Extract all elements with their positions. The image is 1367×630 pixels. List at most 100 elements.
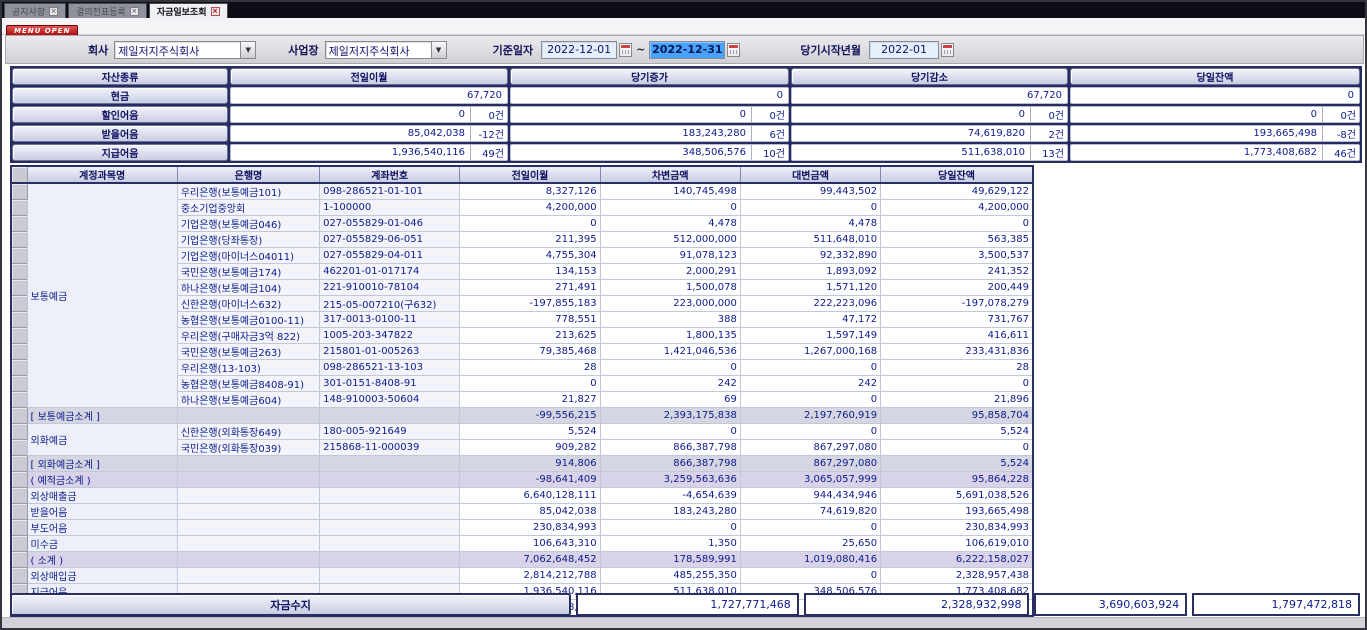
account-number-cell: 098-286521-13-103 — [320, 360, 460, 376]
balance-cell: 0 — [881, 440, 1033, 456]
debit-cell: 1,421,046,536 — [600, 344, 740, 360]
bank-name-cell: 농협은행(보통예금8408-91) — [177, 376, 319, 392]
company-select[interactable]: 제일저지주식회사 ▼ — [114, 41, 256, 59]
credit-cell: 2,197,760,919 — [740, 408, 880, 424]
bank-name-cell: 우리은행(구매자금3억 822) — [177, 328, 319, 344]
row-selector[interactable] — [11, 344, 27, 360]
row-selector[interactable] — [11, 200, 27, 216]
asset-type-cell: 현금 — [12, 87, 228, 104]
period-start-input[interactable]: 2022-01 — [869, 41, 939, 59]
row-selector[interactable] — [11, 440, 27, 456]
tab-daily-funds-report[interactable]: 자금일보조회 × — [149, 3, 228, 18]
table-row[interactable]: ( 소계 )7,062,648,452178,589,9911,019,080,… — [11, 552, 1033, 568]
bank-name-cell: 신한은행(마이너스632) — [177, 296, 319, 312]
row-selector[interactable] — [11, 536, 27, 552]
debit-cell: 178,589,991 — [600, 552, 740, 568]
row-selector[interactable] — [11, 216, 27, 232]
amount-value: 0 — [511, 90, 788, 101]
credit-cell: 1,267,000,168 — [740, 344, 880, 360]
row-selector[interactable] — [11, 472, 27, 488]
debit-cell: 1,500,078 — [600, 280, 740, 296]
bank-name-cell: 국민은행(외화통장039) — [177, 440, 319, 456]
tab-notice[interactable]: 공지사항 × — [4, 3, 66, 18]
account-number-cell: 180-005-921649 — [320, 424, 460, 440]
amount-cell: 193,665,498-8건 — [1070, 125, 1360, 142]
amount-cell: 00건 — [1070, 106, 1360, 123]
amount-value: 0 — [231, 109, 470, 120]
credit-cell: 0 — [740, 200, 880, 216]
debit-cell: 242 — [600, 376, 740, 392]
table-row[interactable]: 외상매출금6,640,128,111-4,654,639944,434,9465… — [11, 488, 1033, 504]
carryover-cell: 230,834,993 — [460, 520, 600, 536]
calendar-icon[interactable] — [727, 43, 740, 57]
account-name-cell: 미수금 — [27, 536, 177, 552]
table-row[interactable]: 부도어음230,834,99300230,834,993 — [11, 520, 1033, 536]
company-label: 회사 — [88, 42, 108, 58]
row-selector[interactable] — [11, 248, 27, 264]
site-select[interactable]: 제일저지주식회사 ▼ — [325, 41, 447, 59]
amount-cell: 511,638,01013건 — [791, 144, 1068, 161]
row-selector[interactable] — [11, 552, 27, 568]
carryover-cell: 8,327,126 — [460, 183, 600, 200]
close-icon[interactable]: × — [130, 7, 139, 16]
detail-header-account-name: 계정과목명 — [27, 166, 177, 183]
bank-name-cell: 국민은행(보통예금174) — [177, 264, 319, 280]
row-selector[interactable] — [11, 424, 27, 440]
calendar-icon[interactable] — [619, 43, 632, 57]
table-row[interactable]: 보통예금우리은행(보통예금101)098-286521-01-1018,327,… — [11, 183, 1033, 200]
row-selector[interactable] — [11, 456, 27, 472]
row-selector[interactable] — [11, 183, 27, 200]
table-row[interactable]: 받을어음85,042,038183,243,28074,619,820193,6… — [11, 504, 1033, 520]
account-number-cell — [320, 472, 460, 488]
count-value: 2건 — [1030, 126, 1067, 141]
tab-voucher-entry[interactable]: 결의전표등록 × — [68, 3, 147, 18]
carryover-cell: 271,491 — [460, 280, 600, 296]
close-icon[interactable]: × — [211, 7, 220, 16]
amount-cell: 74,619,8202건 — [791, 125, 1068, 142]
balance-cell: 0 — [881, 376, 1033, 392]
amount-value: 67,720 — [792, 90, 1067, 101]
row-selector[interactable] — [11, 392, 27, 408]
row-selector[interactable] — [11, 232, 27, 248]
table-row[interactable]: [ 보통예금소계 ]-99,556,2152,393,175,8382,197,… — [11, 408, 1033, 424]
debit-cell: 3,259,563,636 — [600, 472, 740, 488]
amount-cell: 67,720 — [791, 87, 1068, 104]
carryover-cell: 2,814,212,788 — [460, 568, 600, 584]
detail-header-row: 계정과목명 은행명 계좌번호 전일이월 차변금액 대변금액 당일잔액 — [11, 166, 1033, 183]
table-row[interactable]: 외상매입금2,814,212,788485,255,35002,328,957,… — [11, 568, 1033, 584]
row-selector[interactable] — [11, 488, 27, 504]
table-row[interactable]: 미수금106,643,3101,35025,650106,619,010 — [11, 536, 1033, 552]
date-to-input[interactable]: 2022-12-31 — [649, 41, 725, 59]
row-selector[interactable] — [11, 408, 27, 424]
amount-value: 511,638,010 — [792, 147, 1030, 158]
asset-type-cell: 할인어음 — [12, 106, 228, 123]
account-number-cell: 1-100000 — [320, 200, 460, 216]
table-row[interactable]: ( 예적금소계 )-98,641,4093,259,563,6363,065,0… — [11, 472, 1033, 488]
site-label: 사업장 — [288, 42, 318, 58]
count-value: 6건 — [751, 126, 788, 141]
row-selector[interactable] — [11, 280, 27, 296]
carryover-cell: 6,640,128,111 — [460, 488, 600, 504]
row-selector[interactable] — [11, 520, 27, 536]
row-selector[interactable] — [11, 296, 27, 312]
carryover-cell: -98,641,409 — [460, 472, 600, 488]
row-selector[interactable] — [11, 376, 27, 392]
date-from-input[interactable]: 2022-12-01 — [541, 41, 617, 59]
summary-header-asset-type: 자산종류 — [12, 68, 228, 85]
row-selector[interactable] — [11, 504, 27, 520]
credit-cell: 511,648,010 — [740, 232, 880, 248]
account-name-cell: 외상매입금 — [27, 568, 177, 584]
row-selector[interactable] — [11, 312, 27, 328]
row-selector[interactable] — [11, 568, 27, 584]
account-number-cell: 027-055829-04-011 — [320, 248, 460, 264]
credit-cell: 242 — [740, 376, 880, 392]
row-selector[interactable] — [11, 360, 27, 376]
close-icon[interactable]: × — [49, 7, 58, 16]
company-select-value: 제일저지주식회사 — [115, 42, 240, 58]
calendar-icon[interactable] — [941, 43, 954, 57]
credit-cell: 1,571,120 — [740, 280, 880, 296]
table-row[interactable]: 외화예금신한은행(외화통장649)180-005-9216495,524005,… — [11, 424, 1033, 440]
table-row[interactable]: [ 외화예금소계 ]914,806866,387,798867,297,0805… — [11, 456, 1033, 472]
row-selector[interactable] — [11, 328, 27, 344]
row-selector[interactable] — [11, 264, 27, 280]
